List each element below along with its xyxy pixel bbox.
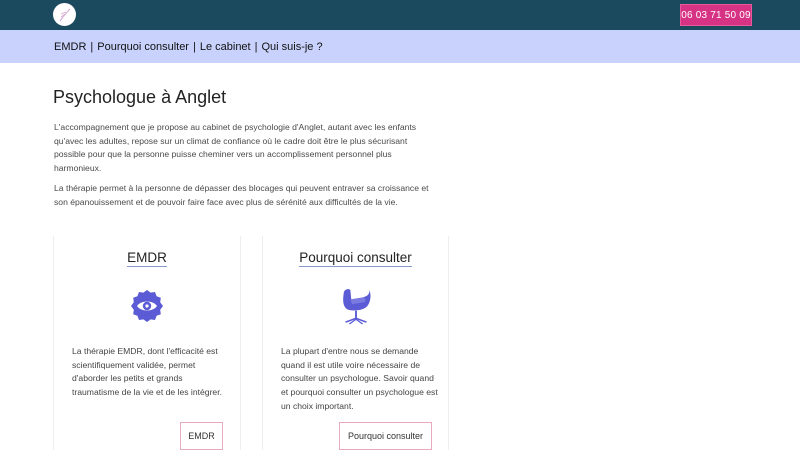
- nav-separator: |: [90, 41, 94, 53]
- card-emdr: EMDR La thérapie EMDR, dont l'efficacité…: [53, 236, 241, 450]
- card-title: EMDR: [54, 250, 240, 267]
- eye-badge-icon: [129, 286, 165, 326]
- card-pourquoi-consulter: Pourquoi consulter La plupart d'entre no…: [262, 236, 449, 450]
- pourquoi-consulter-button[interactable]: Pourquoi consulter: [339, 422, 432, 450]
- page-title: Psychologue à Anglet: [53, 87, 227, 107]
- nav-separator: |: [254, 41, 258, 53]
- nav-item-pourquoi-consulter[interactable]: Pourquoi consulter: [97, 41, 189, 53]
- emdr-button[interactable]: EMDR: [180, 422, 223, 450]
- card-title-text[interactable]: EMDR: [127, 250, 167, 267]
- nav-item-emdr[interactable]: EMDR: [54, 41, 86, 53]
- nav-item-qui-suis-je[interactable]: Qui suis-je ?: [261, 41, 322, 53]
- main-navigation: EMDR | Pourquoi consulter | Le cabinet |…: [0, 30, 800, 63]
- phone-button[interactable]: 06 03 71 50 09: [680, 4, 752, 26]
- card-title: Pourquoi consulter: [263, 250, 448, 267]
- card-description: La plupart d'entre nous se demande quand…: [281, 346, 438, 411]
- therapy-paragraph: La thérapie permet à la personne de dépa…: [54, 183, 429, 207]
- egg-chair-icon: [338, 286, 374, 326]
- nav-item-le-cabinet[interactable]: Le cabinet: [200, 41, 251, 53]
- site-logo[interactable]: [53, 3, 76, 26]
- feather-logo-icon: [59, 8, 70, 21]
- card-title-text[interactable]: Pourquoi consulter: [299, 250, 412, 267]
- nav-separator: |: [192, 41, 196, 53]
- top-header: 06 03 71 50 09: [0, 0, 800, 30]
- nav-links: EMDR | Pourquoi consulter | Le cabinet |…: [54, 41, 323, 53]
- intro-paragraph: L'accompagnement que je propose au cabin…: [54, 122, 417, 174]
- card-description: La thérapie EMDR, dont l'efficacité est …: [72, 346, 222, 398]
